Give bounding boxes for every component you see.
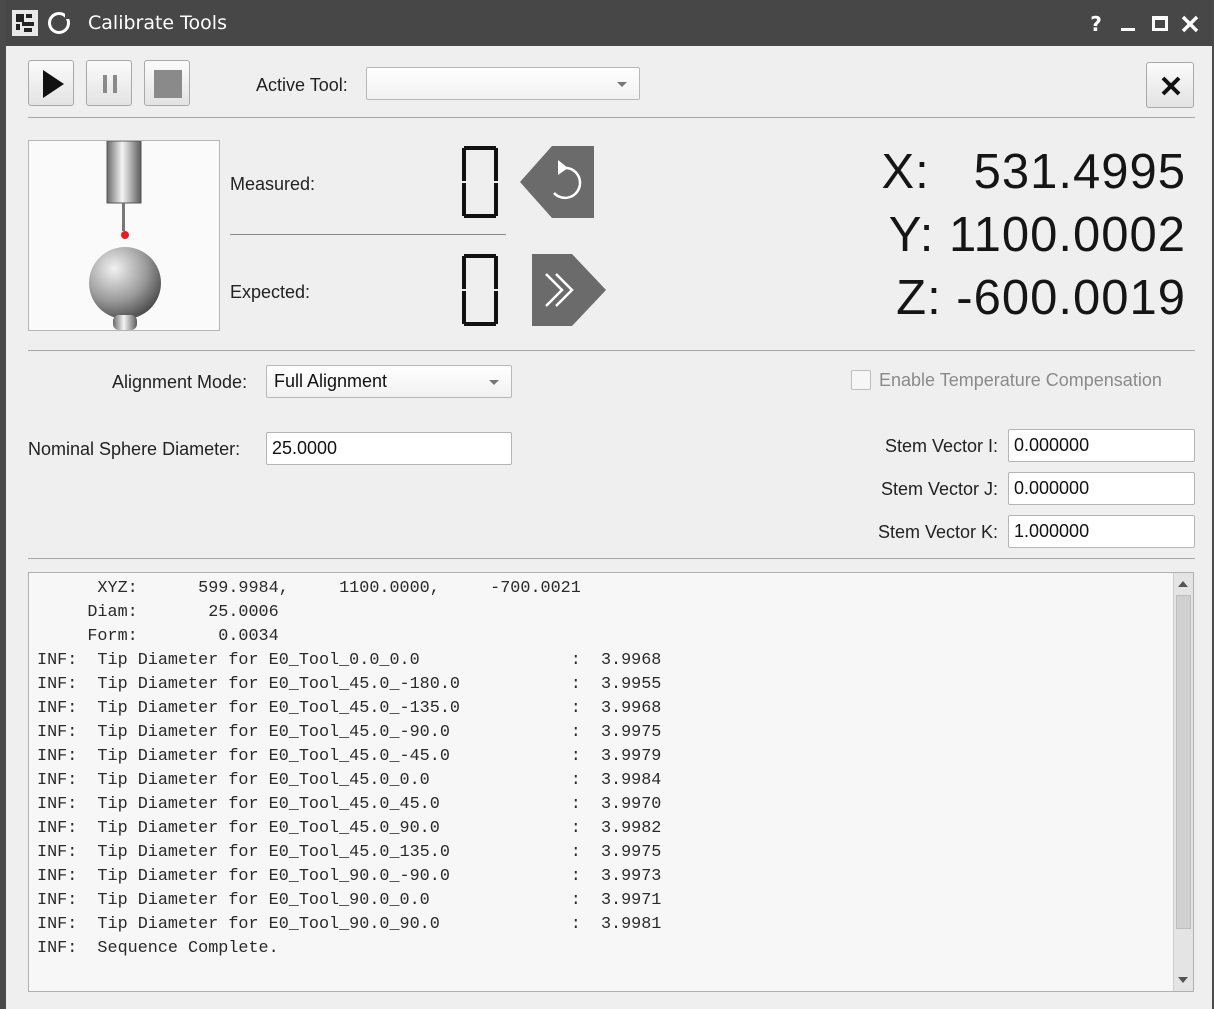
log-line: INF: Tip Diameter for E0_Tool_45.0_-180.… (37, 675, 662, 694)
minimize-icon (1121, 28, 1135, 31)
scroll-down-icon[interactable] (1178, 977, 1188, 983)
close-window-icon (1181, 15, 1199, 33)
probe-sphere-icon (89, 141, 161, 330)
stem-vector-j-label: Stem Vector J: (880, 479, 998, 499)
log-line: INF: Tip Diameter for E0_Tool_45.0_0.0 :… (37, 771, 662, 790)
stop-icon (154, 70, 182, 98)
help-button[interactable]: ? (1084, 12, 1108, 36)
log-text: XYZ: 599.9984, 1100.0000, -700.0021 Diam… (37, 577, 661, 961)
alignment-mode-select[interactable]: Full Alignment (266, 365, 512, 398)
probe-illustration (28, 140, 220, 331)
play-icon (43, 70, 64, 98)
log-line: Diam: 25.0006 (37, 603, 279, 622)
reload-icon[interactable] (48, 12, 72, 34)
maximize-icon (1152, 16, 1168, 31)
pause-button[interactable] (86, 60, 132, 106)
pause-icon (103, 75, 117, 93)
measured-digit-display (462, 146, 498, 218)
nominal-sphere-diameter-input[interactable]: 25.0000 (266, 432, 512, 465)
nominal-sphere-diameter-label: Nominal Sphere Diameter: (28, 439, 241, 459)
stem-vector-i-label: Stem Vector I: (884, 436, 998, 456)
log-line: INF: Tip Diameter for E0_Tool_0.0_0.0 : … (37, 651, 662, 670)
log-line: Form: 0.0034 (37, 627, 279, 646)
log-line: INF: Tip Diameter for E0_Tool_45.0_-45.0… (37, 747, 662, 766)
log-output[interactable]: XYZ: 599.9984, 1100.0000, -700.0021 Diam… (28, 572, 1194, 992)
log-line: INF: Tip Diameter for E0_Tool_45.0_-135.… (37, 699, 662, 718)
log-line: INF: Sequence Complete. (37, 939, 279, 958)
log-line: INF: Tip Diameter for E0_Tool_45.0_135.0… (37, 843, 662, 862)
stem-vector-i-input[interactable]: 0.000000 (1008, 429, 1195, 462)
close-dialog-button[interactable] (1146, 62, 1194, 108)
stop-button[interactable] (144, 60, 190, 106)
temperature-compensation-checkbox[interactable] (851, 370, 871, 390)
alignment-mode-value: Full Alignment (274, 371, 388, 391)
play-button[interactable] (28, 60, 74, 106)
active-tool-label: Active Tool: (256, 75, 348, 95)
log-line: INF: Tip Diameter for E0_Tool_45.0_90.0 … (37, 819, 662, 838)
close-icon (1161, 76, 1181, 96)
z-coordinate-readout: Z: -600.0019 (896, 271, 1186, 325)
temperature-compensation-label: Enable Temperature Compensation (879, 370, 1162, 390)
stem-vector-j-input[interactable]: 0.000000 (1008, 472, 1195, 505)
log-line: INF: Tip Diameter for E0_Tool_90.0_90.0 … (37, 915, 662, 934)
chevron-down-icon (489, 379, 499, 385)
stem-vector-k-label: Stem Vector K: (877, 522, 998, 542)
minimize-button[interactable] (1116, 12, 1140, 36)
undo-point-button[interactable] (520, 146, 594, 218)
scroll-up-icon[interactable] (1178, 581, 1188, 587)
app-icon (12, 10, 38, 36)
chevron-down-icon (617, 81, 627, 87)
separator (28, 117, 1195, 118)
calibrate-tools-window: Calibrate Tools ? Active Tool: Measured:… (6, 0, 1212, 1009)
window-title: Calibrate Tools (88, 12, 227, 34)
log-scrollbar[interactable] (1173, 573, 1193, 991)
undo-icon (520, 146, 594, 218)
log-line: INF: Tip Diameter for E0_Tool_45.0_45.0 … (37, 795, 662, 814)
separator (28, 350, 1195, 351)
log-line: INF: Tip Diameter for E0_Tool_90.0_-90.0… (37, 867, 662, 886)
close-window-button[interactable] (1178, 12, 1202, 36)
separator (28, 558, 1195, 559)
next-point-button[interactable] (532, 254, 606, 326)
alignment-mode-label: Alignment Mode: (112, 372, 248, 392)
stem-vector-k-input[interactable]: 1.000000 (1008, 515, 1195, 548)
log-line: XYZ: 599.9984, 1100.0000, -700.0021 (37, 579, 581, 598)
measured-label: Measured: (230, 174, 316, 194)
expected-label: Expected: (230, 282, 311, 302)
measured-separator (230, 234, 506, 235)
fast-forward-icon (532, 254, 606, 326)
log-line: INF: Tip Diameter for E0_Tool_90.0_0.0 :… (37, 891, 662, 910)
maximize-button[interactable] (1148, 12, 1172, 36)
title-bar[interactable]: Calibrate Tools ? (6, 0, 1212, 46)
active-tool-select[interactable] (366, 67, 640, 100)
expected-digit-display (462, 254, 498, 326)
x-coordinate-readout: X: 531.4995 (881, 145, 1186, 199)
scrollbar-thumb[interactable] (1176, 595, 1191, 929)
log-line: INF: Tip Diameter for E0_Tool_45.0_-90.0… (37, 723, 662, 742)
y-coordinate-readout: Y: 1100.0002 (888, 208, 1186, 262)
